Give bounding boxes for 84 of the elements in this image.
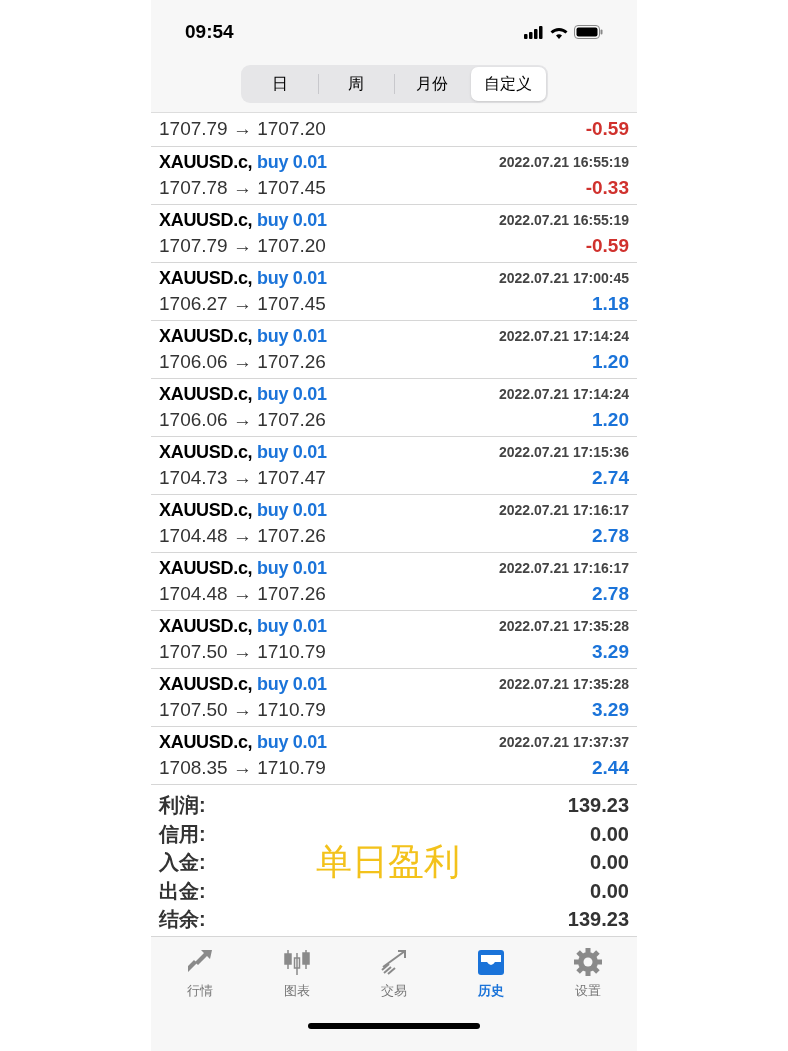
deal-time: 2022.07.21 17:15:36: [499, 443, 629, 462]
summary-label: 结余:: [159, 907, 206, 933]
deal-prices: 1707.78 → 1707.45: [159, 176, 326, 201]
deal-row[interactable]: XAUUSD.c, buy 0.01 2022.07.21 17:00:45 1706.27 → 1707.45 1.18: [151, 263, 637, 321]
deal-profit: 1.20: [592, 350, 629, 375]
deal-title: XAUUSD.c, buy 0.01: [159, 441, 327, 464]
deal-time: 2022.07.21 16:55:19: [499, 211, 629, 230]
deal-time: 2022.07.21 17:35:28: [499, 617, 629, 636]
deal-title: XAUUSD.c, buy 0.01: [159, 673, 327, 696]
deal-row[interactable]: XAUUSD.c, buy 0.01 2022.07.21 17:16:17 1704.48 → 1707.26 2.78: [151, 553, 637, 611]
deal-row[interactable]: XAUUSD.c, buy 0.01 2022.07.21 17:35:28 1707.50 → 1710.79 3.29: [151, 611, 637, 669]
deal-prices: 1707.79 → 1707.20: [159, 234, 326, 259]
summary-label: 出金:: [159, 878, 206, 904]
deal-title: XAUUSD.c, buy 0.01: [159, 615, 327, 638]
deal-title: XAUUSD.c, buy 0.01: [159, 731, 327, 754]
inbox-icon: [476, 947, 507, 977]
deal-profit: -0.59: [585, 234, 629, 259]
deal-time: 2022.07.21 17:16:17: [499, 501, 629, 520]
tab-bar-item[interactable]: 交易: [358, 947, 429, 1001]
summary-value: 139.23: [567, 907, 629, 933]
deal-profit: 2.78: [592, 524, 629, 549]
deal-profit: 1.18: [592, 292, 629, 317]
summary-value: 0.00: [590, 850, 629, 876]
deal-profit: 2.74: [592, 466, 629, 491]
battery-icon: [574, 25, 603, 39]
summary-label: 入金:: [159, 850, 206, 876]
deal-time: 2022.07.21 17:14:24: [499, 327, 629, 346]
deal-prices: 1708.35 → 1710.79: [159, 756, 326, 781]
period-tab[interactable]: 日: [242, 67, 318, 101]
deal-prices: 1707.79 → 1707.20: [159, 117, 326, 142]
deal-row[interactable]: XAUUSD.c, buy 0.01 2022.07.21 17:35:28 1707.50 → 1710.79 3.29: [151, 669, 637, 727]
period-tab[interactable]: 周: [318, 67, 394, 101]
settings-icon: [573, 947, 604, 977]
tab-bar-item[interactable]: 设置: [553, 947, 624, 1001]
annotation-text: 单日盈利: [316, 840, 460, 884]
deal-title: XAUUSD.c, buy 0.01: [159, 499, 327, 522]
tab-bar-item[interactable]: 行情: [164, 947, 235, 1001]
deal-profit: 1.20: [592, 408, 629, 433]
deal-row[interactable]: 1707.79 → 1707.20 -0.59: [151, 113, 637, 147]
deal-prices: 1706.27 → 1707.45: [159, 292, 326, 317]
deal-time: 2022.07.21 17:00:45: [499, 269, 629, 288]
deal-profit: -0.59: [585, 117, 629, 142]
deal-prices: 1704.73 → 1707.47: [159, 466, 326, 491]
period-tab[interactable]: 月份: [394, 67, 470, 101]
deal-prices: 1704.48 → 1707.26: [159, 582, 326, 607]
tab-bar-item[interactable]: 历史: [456, 947, 527, 1001]
deal-time: 2022.07.21 17:14:24: [499, 385, 629, 404]
deal-prices: 1707.50 → 1710.79: [159, 698, 326, 723]
deal-row[interactable]: XAUUSD.c, buy 0.01 2022.07.21 17:14:24 1706.06 → 1707.26 1.20: [151, 379, 637, 437]
deal-profit: 2.78: [592, 582, 629, 607]
deal-prices: 1707.50 → 1710.79: [159, 640, 326, 665]
deal-title: XAUUSD.c, buy 0.01: [159, 325, 327, 348]
summary-label: 利润:: [159, 793, 206, 819]
deal-profit: 3.29: [592, 640, 629, 665]
summary-value: 139.23: [567, 793, 629, 819]
deal-prices: 1706.06 → 1707.26: [159, 350, 326, 375]
deal-time: 2022.07.21 17:35:28: [499, 675, 629, 694]
deal-time: 2022.07.21 16:55:19: [499, 153, 629, 172]
deal-row[interactable]: XAUUSD.c, buy 0.01 2022.07.21 17:14:24 1706.06 → 1707.26 1.20: [151, 321, 637, 379]
deal-row[interactable]: XAUUSD.c, buy 0.01 2022.07.21 17:16:17 1704.48 → 1707.26 2.78: [151, 495, 637, 553]
deal-title: XAUUSD.c, buy 0.01: [159, 383, 327, 406]
deal-profit: 2.44: [592, 756, 629, 781]
deal-prices: 1704.48 → 1707.26: [159, 524, 326, 549]
deal-title: XAUUSD.c, buy 0.01: [159, 151, 327, 174]
deal-time: 2022.07.21 17:16:17: [499, 559, 629, 578]
wifi-icon: [550, 25, 568, 39]
deal-title: XAUUSD.c, buy 0.01: [159, 209, 327, 232]
summary-value: 0.00: [590, 878, 629, 904]
deal-row[interactable]: XAUUSD.c, buy 0.01 2022.07.21 17:15:36 1704.73 → 1707.47 2.74: [151, 437, 637, 495]
status-time: 09:54: [185, 19, 234, 44]
signal-icon: [524, 25, 544, 39]
deal-prices: 1706.06 → 1707.26: [159, 408, 326, 433]
deal-time: 2022.07.21 17:37:37: [499, 733, 629, 752]
tab-bar-item[interactable]: 图表: [261, 947, 332, 1001]
deal-row[interactable]: XAUUSD.c, buy 0.01 2022.07.21 16:55:19 1707.78 → 1707.45 -0.33: [151, 147, 637, 205]
deal-title: XAUUSD.c, buy 0.01: [159, 557, 327, 580]
deal-title: XAUUSD.c, buy 0.01: [159, 267, 327, 290]
period-tab[interactable]: 自定义: [470, 67, 546, 101]
deal-row[interactable]: XAUUSD.c, buy 0.01 2022.07.21 16:55:19 1707.79 → 1707.20 -0.59: [151, 205, 637, 263]
candlestick-icon: [281, 947, 312, 977]
summary-value: 0.00: [590, 821, 629, 847]
summary-label: 信用:: [159, 821, 206, 847]
deal-profit: 3.29: [592, 698, 629, 723]
deal-profit: -0.33: [585, 176, 629, 201]
